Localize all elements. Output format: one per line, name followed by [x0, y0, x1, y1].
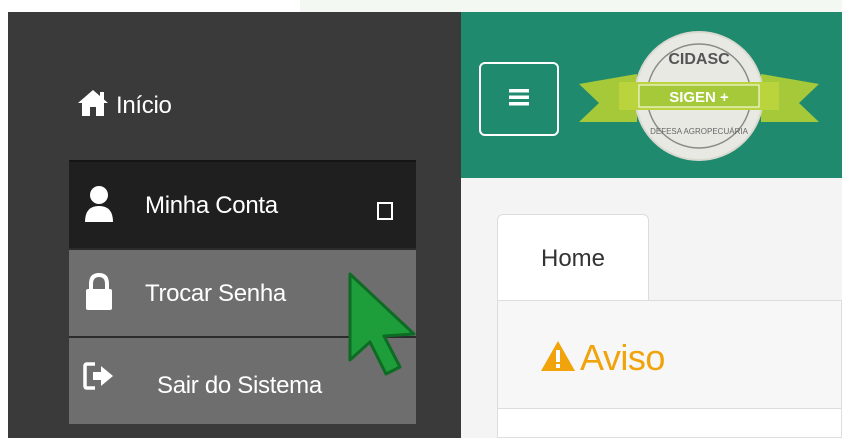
logo-top-text: CIDASC — [668, 51, 730, 68]
submenu-toggle-box[interactable] — [377, 202, 393, 220]
hamburger-icon — [507, 87, 531, 112]
tab-home[interactable]: Home — [497, 214, 649, 302]
home-icon — [76, 88, 110, 125]
panel-heading: Aviso — [498, 301, 841, 409]
background-strip — [300, 0, 842, 12]
sidebar-item-inicio[interactable]: Início — [76, 86, 376, 126]
pointer-cursor-icon — [342, 270, 422, 380]
main-content: Home Aviso — [461, 178, 842, 438]
page: Início Minha Conta Trocar Senha Sair do … — [0, 0, 842, 438]
panel-title: Aviso — [580, 337, 665, 378]
sidebar-item-label: Minha Conta — [145, 192, 278, 219]
aviso-panel: Aviso — [497, 300, 842, 438]
logo-bottom-text: DEFESA AGROPECUÁRIA — [650, 127, 748, 136]
lock-icon — [83, 272, 115, 319]
top-header: SIGEN + CIDASC DEFESA AGROPECUÁRIA — [461, 12, 842, 178]
sign-out-icon — [83, 360, 115, 399]
cidasc-sigen-logo: SIGEN + CIDASC DEFESA AGROPECUÁRIA — [579, 26, 819, 166]
tab-label: Home — [540, 244, 606, 272]
sidebar-item-label: Início — [116, 92, 172, 119]
menu-toggle-button[interactable] — [479, 62, 559, 136]
warning-icon — [540, 340, 576, 377]
user-icon — [83, 184, 115, 231]
sidebar-item-minha-conta[interactable]: Minha Conta — [69, 160, 416, 248]
logo-banner-text: SIGEN + — [669, 89, 729, 106]
sidebar-item-label: Trocar Senha — [145, 280, 286, 307]
sidebar-item-label: Sair do Sistema — [157, 372, 322, 399]
